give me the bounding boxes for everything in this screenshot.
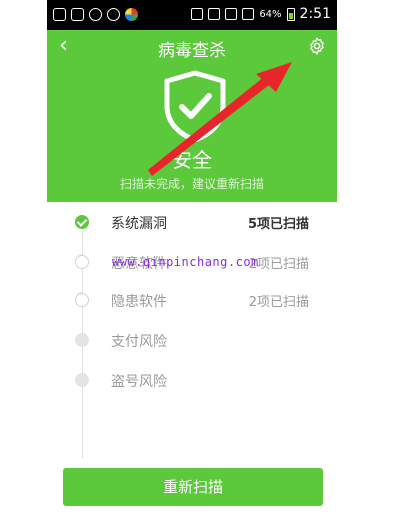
watermark-text: www.qinpinchang.com xyxy=(112,255,259,269)
page-title: 病毒查杀 xyxy=(158,41,226,61)
status-subtitle: 扫描未完成，建议重新扫描 xyxy=(119,177,264,191)
system-icons: 64% 2:51 xyxy=(191,6,331,22)
status-bar: 64% 2:51 xyxy=(47,0,337,30)
security-status: 安全 xyxy=(172,148,212,172)
scan-item-label: 支付风险 xyxy=(111,334,167,350)
scan-item-label: 系统漏洞 xyxy=(111,216,167,232)
shield-check-icon xyxy=(164,70,226,142)
battery-percent: 64% xyxy=(259,8,282,20)
scan-item-status: 2项已扫描 xyxy=(248,295,309,310)
pending-dots-icon xyxy=(75,251,89,269)
header: ‹ 病毒查杀 安全 扫描未完成，建议重新扫描 xyxy=(47,30,337,202)
alarm-icon xyxy=(191,8,204,20)
scan-item-label: 隐患软件 xyxy=(111,294,167,310)
scan-item-status: 5项已扫描 xyxy=(247,217,309,232)
vibrate-icon xyxy=(208,8,221,20)
settings-gear-icon[interactable] xyxy=(307,36,327,56)
done-check-icon xyxy=(75,215,89,229)
signal-icon xyxy=(242,8,255,20)
scan-item-account-theft: 盗号风险 xyxy=(47,368,337,392)
idle-dot-icon xyxy=(75,333,89,347)
wifi-icon xyxy=(225,8,238,20)
app-notify-icon xyxy=(107,8,120,21)
scan-item-label: 盗号风险 xyxy=(111,374,167,390)
card-icon xyxy=(71,8,84,21)
clock: 2:51 xyxy=(299,6,331,22)
rescan-button[interactable]: 重新扫描 xyxy=(63,468,323,506)
scan-item-payment-risk: 支付风险 xyxy=(47,328,337,352)
pending-dots-icon xyxy=(75,289,89,307)
color-app-icon xyxy=(125,8,138,21)
notification-icons xyxy=(53,8,138,21)
scan-item-risky-software: 隐患软件 2项已扫描 xyxy=(47,288,337,312)
scan-item-system-vuln: 系统漏洞 5项已扫描 xyxy=(47,210,337,234)
shield-notify-icon xyxy=(89,8,102,21)
idle-dot-icon xyxy=(75,373,89,387)
battery-icon xyxy=(286,7,295,21)
message-icon xyxy=(53,8,66,21)
